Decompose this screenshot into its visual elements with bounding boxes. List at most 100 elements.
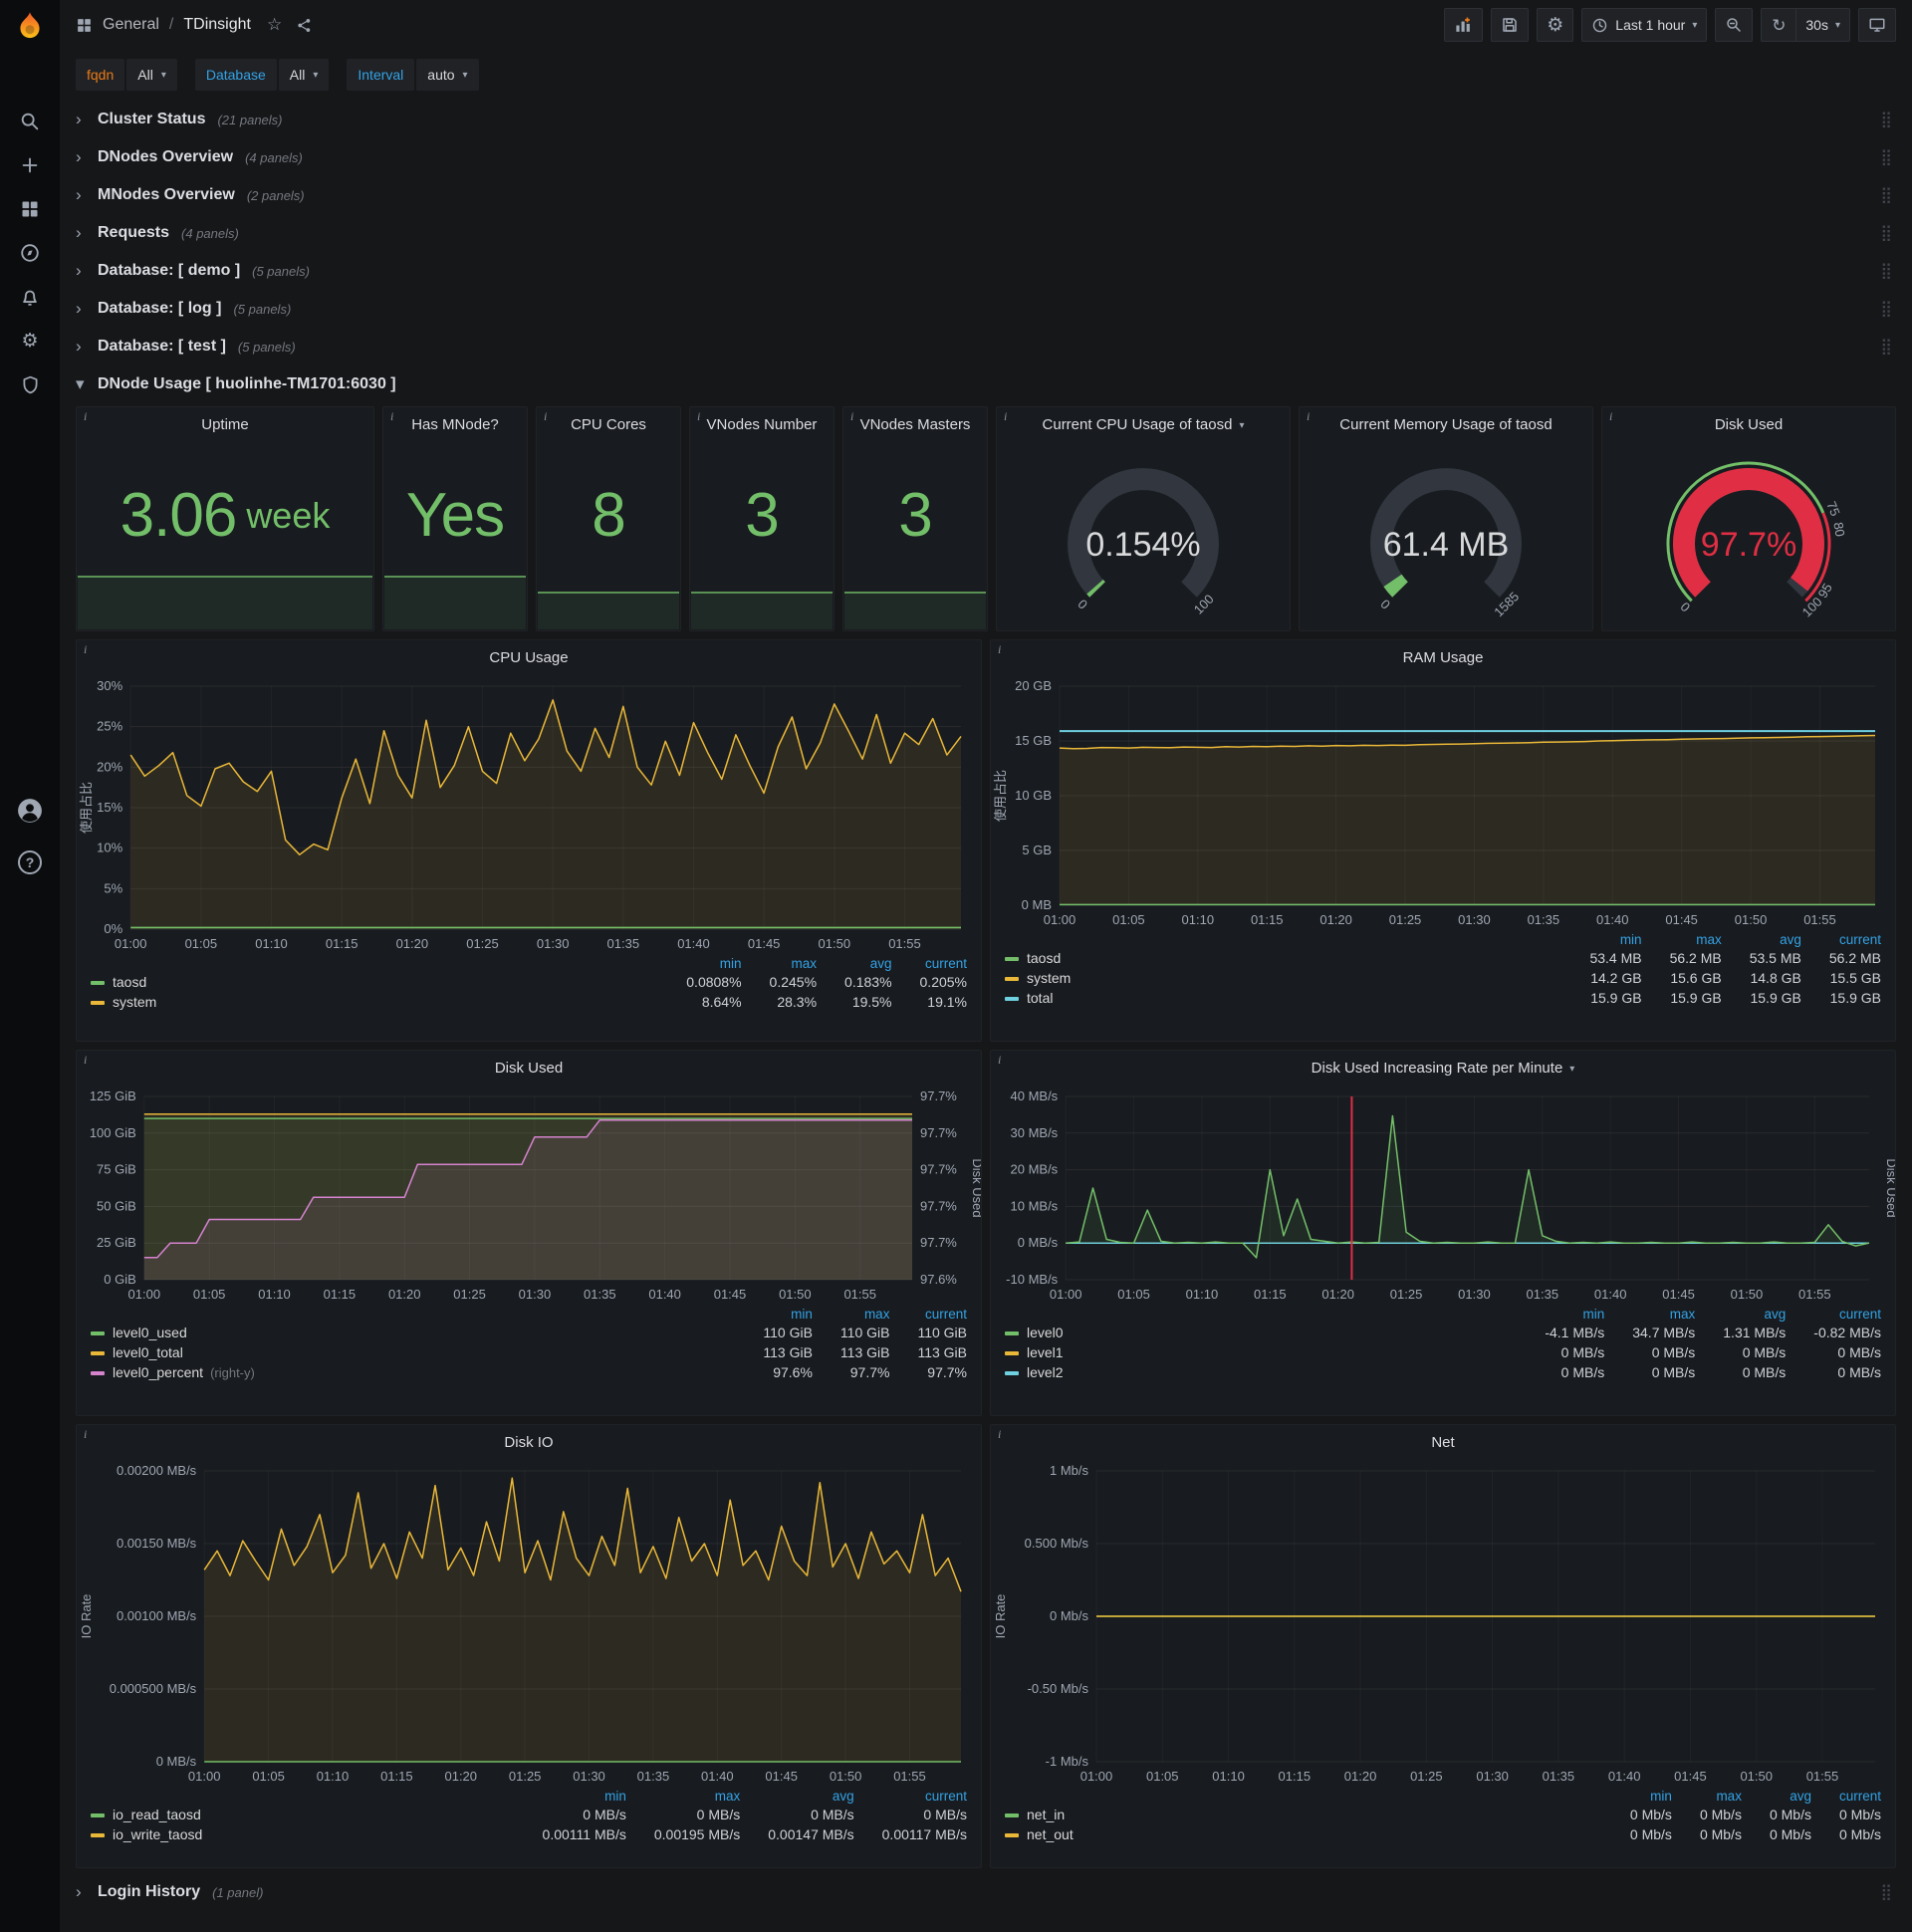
panel-title[interactable]: Disk Used [1602,407,1895,441]
panel-info-icon[interactable]: i [998,1427,1001,1442]
series-color-dash-icon[interactable] [1005,1813,1019,1818]
panel-title[interactable]: Uptime [77,407,373,441]
dashboards-icon[interactable] [17,196,43,222]
save-dashboard-button[interactable] [1491,8,1530,42]
legend-series-name[interactable]: level0_total [113,1344,183,1360]
variable-value-database[interactable]: All ▾ [278,59,330,91]
legend-col-min[interactable]: min [735,1306,813,1323]
legend-col-current[interactable]: current [854,1788,967,1805]
series-color-dash-icon[interactable] [1005,1833,1019,1838]
drag-handle-icon[interactable]: ⣿ [1880,223,1892,243]
legend-col-max[interactable]: max [1604,1306,1696,1323]
panel-title[interactable]: RAM Usage [991,640,1895,674]
row-database-test[interactable]: › Database: [ test ] (5 panels) ⣿ [76,331,1896,362]
legend-series-name[interactable]: io_write_taosd [113,1826,202,1842]
panel-info-icon[interactable]: i [1307,409,1310,424]
legend-col-max[interactable]: max [1642,931,1722,948]
panel-title[interactable]: Current CPU Usage of taosd ▾ [997,407,1290,441]
legend-col-avg[interactable]: avg [817,955,892,972]
legend-col-current[interactable]: current [1801,931,1881,948]
grafana-logo-icon[interactable] [12,10,48,46]
drag-handle-icon[interactable]: ⣿ [1880,1882,1892,1902]
legend-series-name[interactable]: level0_used [113,1325,187,1340]
search-icon[interactable] [17,109,43,134]
panel-info-icon[interactable]: i [697,409,700,424]
share-icon[interactable] [296,17,313,34]
panel-info-icon[interactable]: i [850,409,853,424]
legend-col-avg[interactable]: avg [1722,931,1801,948]
panel-info-icon[interactable]: i [390,409,393,424]
tv-mode-button[interactable] [1858,8,1896,42]
variable-value-fqdn[interactable]: All ▾ [126,59,177,91]
legend-series-name[interactable]: taosd [113,974,146,990]
legend-col-current[interactable]: current [892,955,967,972]
panel-title[interactable]: VNodes Masters [843,407,987,441]
series-color-dash-icon[interactable] [1005,957,1019,962]
row-login-history[interactable]: › Login History (1 panel) ⣿ [76,1876,1896,1908]
refresh-interval-dropdown[interactable]: 30s ▾ [1796,8,1850,42]
legend-col-avg[interactable]: avg [1742,1788,1811,1805]
ram-usage-chart[interactable]: 0 MB 5 GB 10 GB 15 GB 20 GB 01:00 01:05 01:10 01… [991,674,1895,931]
legend-col-current[interactable]: current [889,1306,967,1323]
legend-col-max[interactable]: max [626,1788,741,1805]
breadcrumb-dashboard-title[interactable]: TDinsight [183,16,251,34]
alerting-bell-icon[interactable] [17,284,43,310]
user-avatar[interactable] [17,798,43,824]
series-color-dash-icon[interactable] [91,1833,105,1838]
refresh-button[interactable]: ↻ [1761,8,1797,42]
panel-info-icon[interactable]: i [84,1053,87,1068]
legend-series-name[interactable]: total [1027,990,1053,1006]
panel-title[interactable]: Net [991,1425,1895,1459]
series-color-dash-icon[interactable] [91,1813,105,1818]
legend-col-max[interactable]: max [813,1306,890,1323]
disk-rate-chart[interactable]: -10 MB/s 0 MB/s 10 MB/s 20 MB/s 30 MB/s 40 MB… [991,1085,1895,1306]
dashboard-settings-button[interactable]: ⚙ [1537,8,1574,42]
zoom-out-button[interactable] [1715,8,1754,42]
panel-info-icon[interactable]: i [84,1427,87,1442]
configuration-gear-icon[interactable]: ⚙ [17,328,43,354]
panel-title[interactable]: Current Memory Usage of taosd [1300,407,1592,441]
panel-title[interactable]: Has MNode? [383,407,527,441]
drag-handle-icon[interactable]: ⣿ [1880,337,1892,357]
star-icon[interactable]: ☆ [267,15,282,35]
legend-col-min[interactable]: min [658,955,742,972]
panel-title[interactable]: Disk Used [77,1051,981,1085]
legend-col-current[interactable]: current [1811,1788,1881,1805]
explore-compass-icon[interactable] [17,240,43,266]
disk-used-chart[interactable]: 0 GiB 97.6% 25 GiB 97.7% 50 GiB 97.7% 75 GiB 97… [77,1085,981,1306]
series-color-dash-icon[interactable] [91,981,105,986]
legend-col-min[interactable]: min [515,1788,626,1805]
net-chart[interactable]: -1 Mb/s -0.50 Mb/s 0 Mb/s 0.500 Mb/s 1 Mb/s 0… [991,1459,1895,1788]
row-mnodes-overview[interactable]: › MNodes Overview (2 panels) ⣿ [76,179,1896,211]
panel-title[interactable]: CPU Usage [77,640,981,674]
panel-title[interactable]: Disk IO [77,1425,981,1459]
time-range-picker[interactable]: Last 1 hour ▾ [1581,8,1708,42]
dashboard-grid-icon[interactable] [76,17,93,34]
variable-value-interval[interactable]: auto ▾ [416,59,479,91]
panel-title[interactable]: Disk Used Increasing Rate per Minute ▾ [991,1051,1895,1085]
add-panel-button[interactable] [1444,8,1484,42]
breadcrumb-folder[interactable]: General [103,16,159,34]
series-color-dash-icon[interactable] [91,1371,105,1376]
legend-col-min[interactable]: min [1561,931,1642,948]
legend-series-name[interactable]: level0 [1027,1325,1064,1340]
drag-handle-icon[interactable]: ⣿ [1880,261,1892,281]
drag-handle-icon[interactable]: ⣿ [1880,147,1892,167]
legend-series-name[interactable]: level2 [1027,1364,1064,1380]
legend-series-name[interactable]: level1 [1027,1344,1064,1360]
drag-handle-icon[interactable]: ⣿ [1880,299,1892,319]
panel-title[interactable]: CPU Cores [537,407,680,441]
drag-handle-icon[interactable]: ⣿ [1880,185,1892,205]
create-plus-icon[interactable] [17,152,43,178]
help-icon[interactable]: ? [18,850,42,874]
legend-series-name[interactable]: level0_percent [113,1364,203,1380]
drag-handle-icon[interactable]: ⣿ [1880,110,1892,129]
series-color-dash-icon[interactable] [91,1351,105,1356]
row-cluster-status[interactable]: › Cluster Status (21 panels) ⣿ [76,104,1896,135]
panel-info-icon[interactable]: i [1609,409,1612,424]
legend-col-max[interactable]: max [742,955,818,972]
row-requests[interactable]: › Requests (4 panels) ⣿ [76,217,1896,249]
row-database-log[interactable]: › Database: [ log ] (5 panels) ⣿ [76,293,1896,325]
panel-title[interactable]: VNodes Number [690,407,834,441]
series-color-dash-icon[interactable] [1005,977,1019,982]
